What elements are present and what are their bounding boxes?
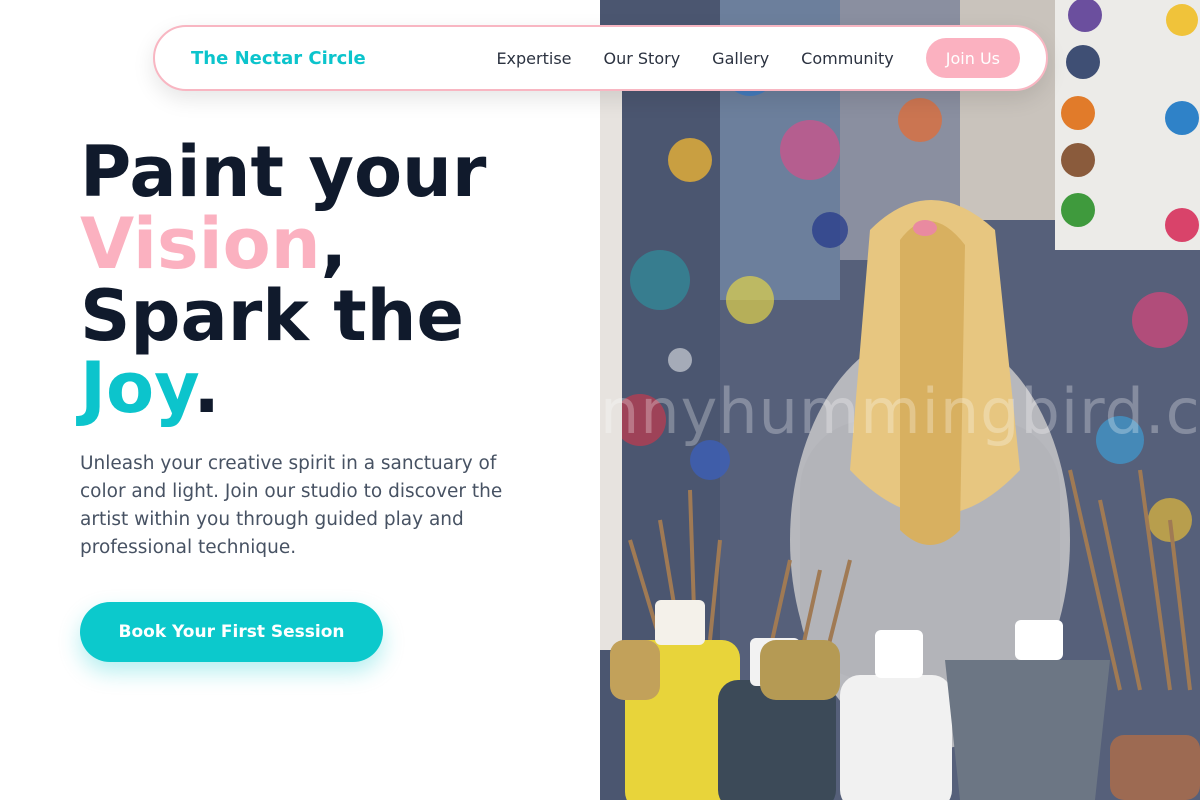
headline-comma: ,	[320, 203, 348, 285]
nav-links: Expertise Our Story Gallery Community	[496, 49, 893, 68]
hero-description: Unleash your creative spirit in a sanctu…	[80, 453, 503, 558]
nav-link-our-story[interactable]: Our Story	[604, 49, 681, 68]
headline-line-3: Spark the	[80, 275, 464, 357]
headline-line-1: Paint your	[80, 131, 487, 213]
book-first-session-button[interactable]: Book Your First Session	[80, 602, 383, 662]
nav-link-gallery[interactable]: Gallery	[712, 49, 769, 68]
headline-word-joy: Joy	[80, 347, 194, 429]
headline-word-vision: Vision	[80, 203, 321, 285]
join-us-button[interactable]: Join Us	[925, 38, 1020, 78]
nav-link-expertise[interactable]: Expertise	[496, 49, 571, 68]
headline-line-4: Joy.	[80, 352, 600, 424]
top-navigation: The Nectar Circle Expertise Our Story Ga…	[153, 25, 1048, 91]
hero-photo: nnyhummingbird.co	[600, 0, 1200, 800]
nav-link-community[interactable]: Community	[801, 49, 894, 68]
headline-line-2: Vision,	[80, 208, 600, 280]
hero-headline: Paint your Vision, Spark the Joy.	[80, 136, 600, 424]
photo-watermark: nnyhummingbird.co	[600, 375, 1200, 448]
brand-logo-text[interactable]: The Nectar Circle	[191, 48, 366, 69]
headline-period: .	[193, 347, 220, 429]
